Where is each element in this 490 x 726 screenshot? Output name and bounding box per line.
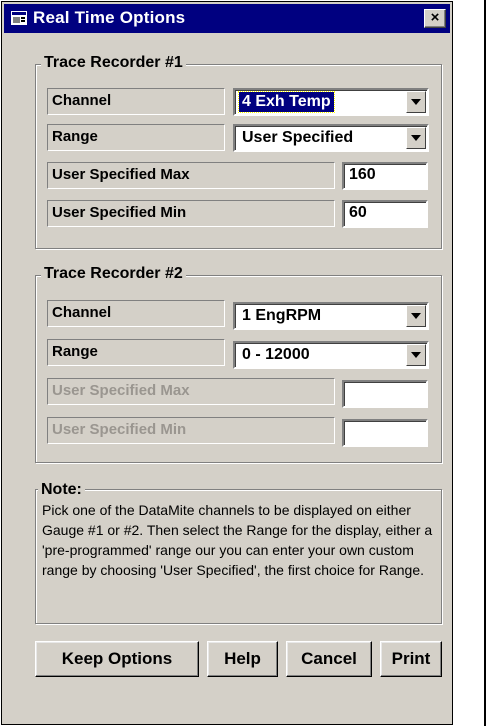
- recorder1-channel-value: 4 Exh Temp: [238, 91, 335, 113]
- recorder2-range-value: 0 - 12000: [242, 346, 310, 363]
- recorder2-channel-dropdown-button[interactable]: [406, 305, 426, 327]
- cancel-button[interactable]: Cancel: [286, 641, 372, 677]
- window-title: Real Time Options: [33, 8, 186, 27]
- recorder2-range-select[interactable]: 0 - 12000: [233, 341, 429, 369]
- recorder2-max-input[interactable]: [342, 380, 428, 408]
- help-button[interactable]: Help: [207, 641, 278, 677]
- recorder1-max-label: User Specified Max: [47, 162, 335, 189]
- note-group: Note: Pick one of the DataMite channels …: [35, 481, 442, 624]
- trace-recorder-1-legend: Trace Recorder #1: [41, 54, 186, 72]
- recorder2-max-label: User Specified Max: [47, 378, 335, 405]
- keep-options-button[interactable]: Keep Options: [35, 641, 199, 677]
- recorder2-range-dropdown-button[interactable]: [406, 344, 426, 366]
- real-time-options-dialog: Real Time Options × Trace Recorder #1 Ch…: [1, 1, 453, 725]
- recorder2-min-label: User Specified Min: [47, 417, 335, 444]
- window-app-icon: [11, 11, 27, 25]
- recorder1-range-dropdown-button[interactable]: [406, 127, 426, 149]
- recorder1-min-label: User Specified Min: [47, 200, 335, 227]
- recorder1-channel-select[interactable]: 4 Exh Temp: [233, 88, 429, 116]
- note-legend: Note:: [38, 481, 85, 499]
- close-icon: ×: [430, 9, 440, 26]
- note-text: Pick one of the DataMite channels to be …: [42, 502, 433, 578]
- recorder1-range-value: User Specified: [242, 129, 354, 146]
- recorder1-min-input[interactable]: 60: [342, 200, 428, 228]
- recorder2-channel-label: Channel: [47, 300, 225, 327]
- recorder2-channel-select[interactable]: 1 EngRPM: [233, 302, 429, 330]
- title-bar[interactable]: Real Time Options ×: [4, 4, 450, 33]
- recorder1-channel-dropdown-button[interactable]: [406, 91, 426, 113]
- recorder2-channel-value: 1 EngRPM: [242, 307, 322, 324]
- recorder1-range-label: Range: [47, 124, 225, 151]
- chevron-down-icon: [411, 135, 421, 141]
- close-button[interactable]: ×: [424, 9, 446, 28]
- chevron-down-icon: [411, 352, 421, 358]
- background-divider-line: [484, 0, 486, 726]
- chevron-down-icon: [411, 99, 421, 105]
- print-button[interactable]: Print: [380, 641, 442, 677]
- recorder2-min-input[interactable]: [342, 419, 428, 447]
- recorder1-max-input[interactable]: 160: [342, 162, 428, 190]
- trace-recorder-2-legend: Trace Recorder #2: [41, 265, 186, 283]
- chevron-down-icon: [411, 313, 421, 319]
- recorder1-range-select[interactable]: User Specified: [233, 124, 429, 152]
- recorder1-channel-label: Channel: [47, 88, 225, 115]
- recorder2-range-label: Range: [47, 339, 225, 366]
